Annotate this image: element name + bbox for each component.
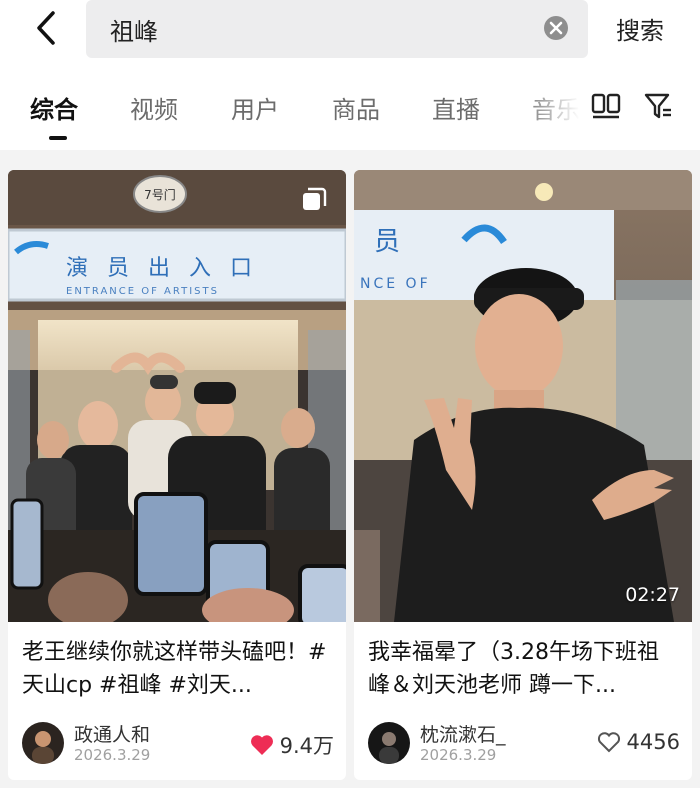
active-tab-indicator: [49, 136, 67, 140]
like-count: 4456: [626, 730, 680, 754]
result-card[interactable]: 员 NCE OF 02:27 我幸福晕了（3.28午场下班祖峰＆刘天池老师 蹲一…: [354, 170, 692, 780]
heart-icon: [250, 735, 273, 755]
search-button[interactable]: 搜索: [616, 11, 664, 46]
sign-cn: 演 员 出 入 口: [66, 256, 258, 281]
tab-product[interactable]: 商品: [332, 90, 380, 125]
author-row: 政通人和 2026.3.29 9.4万: [22, 718, 334, 766]
author-name[interactable]: 枕流漱石_: [420, 720, 506, 747]
card-thumbnail[interactable]: 7号门 演 员 出 入 口 ENTRANCE OF ARTISTS: [8, 170, 346, 622]
sign-fragment-en: NCE OF: [360, 276, 431, 292]
top-bar: 祖峰 搜索: [0, 0, 700, 66]
tab-comprehensive[interactable]: 综合: [30, 90, 78, 125]
search-input[interactable]: 祖峰: [86, 0, 588, 58]
clear-icon[interactable]: [542, 14, 570, 42]
post-date: 2026.3.29: [74, 746, 151, 764]
author-row: 枕流漱石_ 2026.3.29 4456: [368, 718, 680, 766]
like-button[interactable]: 9.4万: [250, 730, 334, 760]
card-caption: 我幸福晕了（3.28午场下班祖峰＆刘天池老师 蹲一下...: [368, 640, 659, 698]
post-date: 2026.3.29: [420, 746, 497, 764]
filter-icon[interactable]: [642, 90, 674, 122]
result-card[interactable]: 7号门 演 员 出 入 口 ENTRANCE OF ARTISTS 老王继续你就…: [8, 170, 346, 780]
heart-icon: [597, 732, 620, 753]
avatar[interactable]: [368, 722, 410, 764]
avatar[interactable]: [22, 722, 64, 764]
search-query: 祖峰: [110, 18, 158, 46]
thumbnail-photo: 员 NCE OF: [354, 170, 692, 622]
card-caption: 老王继续你就这样带头磕吧！#天山cp #祖峰 #刘天...: [22, 640, 327, 698]
sign-en: ENTRANCE OF ARTISTS: [66, 286, 219, 297]
video-duration: 02:27: [625, 584, 680, 606]
app: 祖峰 搜索 综合 视频 用户 商品 直播 音乐: [0, 0, 700, 788]
tab-live[interactable]: 直播: [432, 90, 480, 125]
like-count: 9.4万: [279, 734, 334, 758]
grid-layout-icon[interactable]: [590, 90, 622, 122]
author-name[interactable]: 政通人和: [74, 720, 150, 747]
tab-video[interactable]: 视频: [130, 90, 178, 125]
tab-bar: 综合 视频 用户 商品 直播 音乐: [0, 66, 700, 150]
tab-fade: [520, 84, 590, 130]
back-arrow-icon[interactable]: [26, 8, 66, 48]
door-label: 7号门: [144, 187, 176, 202]
multi-image-icon: [300, 186, 328, 214]
tab-user[interactable]: 用户: [231, 90, 279, 125]
card-thumbnail[interactable]: 员 NCE OF 02:27: [354, 170, 692, 622]
thumbnail-photo: 7号门 演 员 出 入 口 ENTRANCE OF ARTISTS: [8, 170, 346, 622]
sign-fragment-cn: 员: [374, 227, 400, 257]
like-button[interactable]: 4456: [597, 730, 680, 754]
